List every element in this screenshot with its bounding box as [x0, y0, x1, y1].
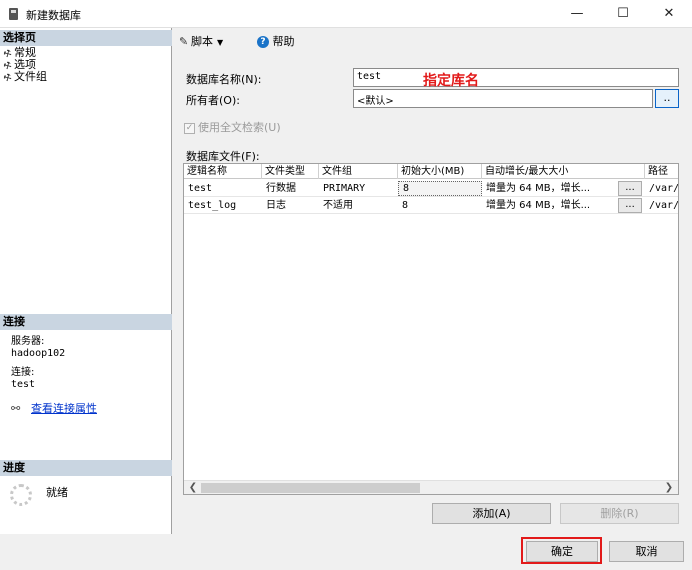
autogrowth-cell: 增量为 64 MB，增长...: [486, 183, 591, 194]
column-header: [616, 164, 645, 179]
title-bar: 新建数据库 — ☐ ✕: [0, 0, 692, 28]
column-header[interactable]: 文件组: [319, 164, 398, 179]
column-header[interactable]: 初始大小(MB): [398, 164, 482, 179]
database-files-label: 数据库文件(F):: [186, 150, 260, 163]
autogrowth-browse-button[interactable]: ...: [618, 181, 642, 196]
view-connection-properties[interactable]: ⚯ 查看连接属性: [11, 400, 97, 416]
page-item-filegroups[interactable]: ⚒文件组: [2, 70, 47, 85]
server-value: hadoop102: [11, 348, 66, 359]
remove-button[interactable]: 删除(R): [560, 503, 679, 524]
autogrowth-cell: 增量为 64 MB，增长...: [486, 200, 591, 211]
progress-spinner-icon: [10, 484, 32, 506]
connection-icon: ⚯: [11, 402, 21, 415]
owner-input[interactable]: <默认>: [353, 89, 653, 108]
server-label: 服务器:: [11, 336, 45, 347]
help-label: 帮助: [272, 35, 295, 48]
filegroup-cell: 不适用: [323, 200, 353, 211]
path-cell[interactable]: /var/: [645, 180, 678, 197]
filegroup-cell: PRIMARY: [323, 183, 366, 194]
owner-browse-button[interactable]: ..: [655, 89, 679, 108]
main-pane: ✎ 脚本 ▼ ? 帮助 数据库名称(N): test 指定库名 所有者(O): <默…: [173, 28, 692, 534]
dialog-footer: 确定 取消: [0, 534, 692, 570]
table-row[interactable]: test 行数据 PRIMARY 8 增量为 64 MB，增长... ... /…: [184, 180, 678, 197]
logical-name-cell[interactable]: test_log: [184, 197, 262, 214]
database-files-grid: 逻辑名称 文件类型 文件组 初始大小(MB) 自动增长/最大大小 路径 test…: [183, 163, 679, 495]
horizontal-scrollbar[interactable]: ❮ ❯: [184, 480, 678, 494]
fulltext-checkbox[interactable]: ✓ 使用全文检索(U): [184, 119, 281, 135]
owner-label: 所有者(O):: [186, 94, 240, 107]
help-icon: ?: [257, 36, 269, 48]
annotation-label: 指定库名: [423, 73, 479, 89]
maximize-button[interactable]: ☐: [600, 0, 646, 28]
column-header[interactable]: 自动增长/最大大小: [482, 164, 616, 179]
chevron-down-icon[interactable]: ▼: [217, 38, 223, 47]
file-type-cell: 日志: [266, 200, 286, 211]
window-title: 新建数据库: [26, 9, 81, 22]
logical-name-cell[interactable]: test: [184, 180, 262, 197]
script-button[interactable]: ✎ 脚本 ▼: [179, 33, 226, 49]
view-connection-link[interactable]: 查看连接属性: [31, 402, 97, 415]
progress-status: 就绪: [46, 486, 68, 499]
dbname-label: 数据库名称(N):: [186, 73, 262, 86]
page-item-label: 文件组: [14, 70, 47, 83]
select-page-header: 选择页: [0, 30, 172, 46]
minimize-button[interactable]: —: [554, 0, 600, 28]
help-button[interactable]: ? 帮助: [257, 33, 295, 49]
connection-value: test: [11, 379, 36, 390]
fulltext-label: 使用全文检索(U): [198, 121, 281, 134]
scrollbar-thumb[interactable]: [201, 483, 420, 493]
column-header[interactable]: 逻辑名称: [184, 164, 262, 179]
connection-header: 连接: [0, 314, 172, 330]
script-label: 脚本: [191, 35, 213, 48]
script-icon: ✎: [179, 35, 189, 48]
column-header[interactable]: 文件类型: [262, 164, 319, 179]
scroll-left-icon[interactable]: ❮: [186, 481, 200, 494]
initial-size-cell[interactable]: 8: [398, 181, 482, 196]
add-button[interactable]: 添加(A): [432, 503, 551, 524]
column-header[interactable]: 路径: [645, 164, 678, 179]
app-icon: [9, 8, 18, 20]
close-button[interactable]: ✕: [646, 0, 692, 28]
path-cell[interactable]: /var/: [645, 197, 678, 214]
checkmark-icon: ✓: [184, 122, 195, 134]
scroll-right-icon[interactable]: ❯: [662, 481, 676, 494]
dbname-input[interactable]: test: [353, 68, 679, 87]
ok-button[interactable]: 确定: [526, 541, 598, 562]
grid-header: 逻辑名称 文件类型 文件组 初始大小(MB) 自动增长/最大大小 路径: [184, 164, 678, 179]
connection-label: 连接:: [11, 367, 35, 378]
table-row[interactable]: test_log 日志 不适用 8 增量为 64 MB，增长... ... /v…: [184, 197, 678, 214]
file-type-cell: 行数据: [266, 183, 296, 194]
progress-header: 进度: [0, 460, 172, 476]
left-pane: 选择页 ⚒常规 ⚒选项 ⚒文件组 连接 服务器: hadoop102 连接: t…: [0, 28, 172, 534]
cancel-button[interactable]: 取消: [609, 541, 684, 562]
autogrowth-browse-button[interactable]: ...: [618, 198, 642, 213]
initial-size-cell[interactable]: 8: [398, 197, 482, 214]
toolbar: ✎ 脚本 ▼ ? 帮助: [173, 28, 692, 52]
